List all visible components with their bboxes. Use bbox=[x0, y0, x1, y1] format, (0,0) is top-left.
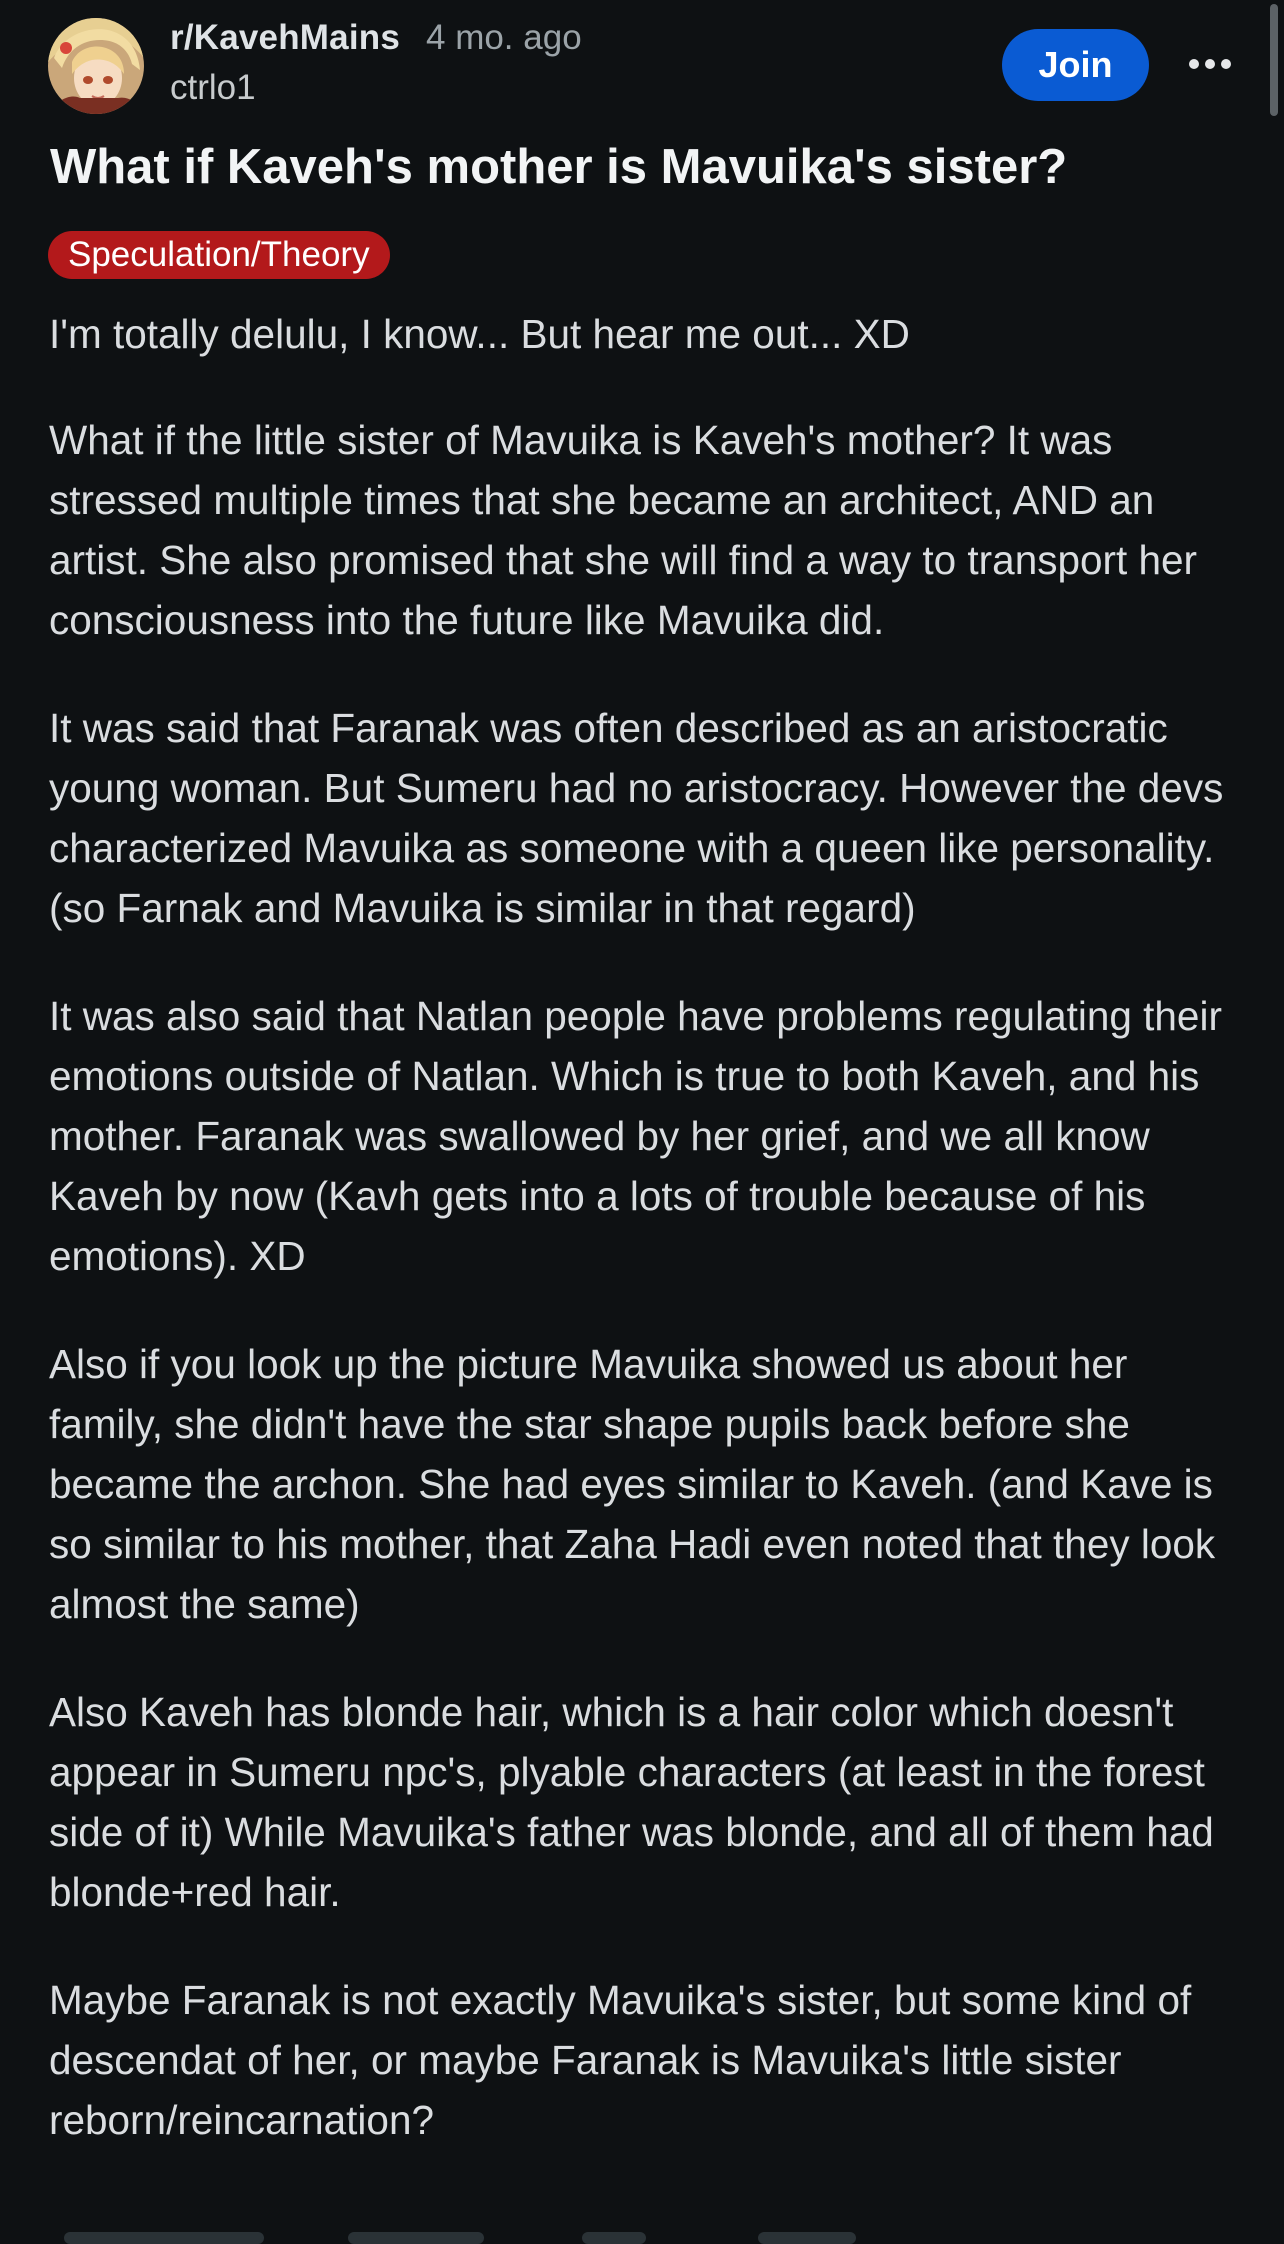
subreddit-avatar[interactable] bbox=[48, 18, 144, 114]
body-paragraph: Maybe Faranak is not exactly Mavuika's s… bbox=[49, 1977, 1192, 2143]
post-body: I'm totally delulu, I know... But hear m… bbox=[49, 304, 1249, 2198]
post-flair[interactable]: Speculation/Theory bbox=[48, 231, 390, 279]
post-time: 4 mo. ago bbox=[426, 18, 582, 57]
body-paragraph: What if the little sister of Mavuika is … bbox=[49, 417, 1198, 643]
join-button[interactable]: Join bbox=[1002, 29, 1149, 101]
award-pill[interactable] bbox=[582, 2232, 646, 2244]
post-header: r/KavehMains 4 mo. ago ctrlo1 Join bbox=[0, 0, 1284, 130]
body-paragraph: Also if you look up the picture Mavuika … bbox=[49, 1341, 1216, 1627]
body-paragraph: It was also said that Natlan people have… bbox=[49, 993, 1222, 1279]
vote-pill[interactable] bbox=[64, 2232, 264, 2244]
more-horizontal-icon bbox=[1189, 59, 1231, 69]
subreddit-name[interactable]: r/KavehMains bbox=[170, 18, 400, 58]
post-title: What if Kaveh's mother is Mavuika's sist… bbox=[50, 140, 1068, 194]
author-name[interactable]: ctrlo1 bbox=[170, 68, 582, 108]
body-paragraph: Also Kaveh has blonde hair, which is a h… bbox=[49, 1689, 1214, 1915]
share-pill[interactable] bbox=[758, 2232, 856, 2244]
action-bar-peek bbox=[0, 2228, 1284, 2244]
post-meta: r/KavehMains 4 mo. ago ctrlo1 bbox=[170, 18, 582, 108]
more-options-button[interactable] bbox=[1184, 44, 1236, 84]
meta-row: r/KavehMains 4 mo. ago bbox=[170, 18, 582, 58]
body-paragraph: I'm totally delulu, I know... But hear m… bbox=[49, 311, 910, 357]
avatar-image bbox=[48, 18, 144, 114]
comments-pill[interactable] bbox=[348, 2232, 484, 2244]
body-paragraph: It was said that Faranak was often descr… bbox=[49, 705, 1224, 931]
